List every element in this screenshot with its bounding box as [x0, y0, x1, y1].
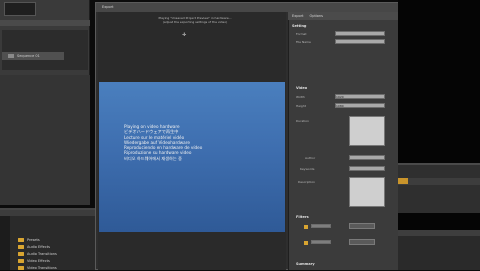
section-setting: Setting — [292, 24, 307, 28]
project-thumbnail — [4, 2, 36, 16]
timeline-panel — [398, 163, 480, 213]
section-filters: Filters — [296, 215, 309, 219]
format-select[interactable] — [335, 31, 385, 36]
folder-icon — [18, 266, 24, 270]
effects-folder-label: Audio Transitions — [27, 252, 57, 256]
section-video: Video — [296, 86, 308, 90]
width-field[interactable]: 1920 — [335, 94, 385, 99]
project-panel-tabbar[interactable] — [0, 20, 90, 26]
folder-icon — [18, 245, 24, 249]
timeline-playhead-marker[interactable] — [398, 178, 408, 184]
sequence-icon — [8, 54, 14, 58]
tab-options[interactable]: Options — [309, 14, 323, 18]
preview-caption: Playing "Unsaved Project Preview" in har… — [125, 16, 265, 24]
effects-folder-label: Video Effects — [27, 259, 50, 263]
filter-button[interactable] — [349, 223, 375, 229]
duration-textarea[interactable] — [349, 116, 385, 146]
project-item-list — [2, 30, 88, 70]
folder-icon — [18, 252, 24, 256]
preview-text-line: 비디오 하드웨어에서 재생하는 중 — [124, 155, 182, 161]
effects-panel-gutter — [0, 216, 10, 270]
description-label: Description — [298, 180, 316, 184]
timeline-ruler[interactable] — [398, 178, 480, 185]
project-item-label: Sequence 01 — [17, 54, 40, 58]
settings-tabbar: Export Options — [288, 12, 398, 20]
width-label: Width — [296, 95, 305, 99]
effects-folder-item[interactable]: Video Effects — [18, 258, 50, 264]
description-textarea[interactable] — [349, 177, 385, 207]
filter-button[interactable] — [349, 239, 375, 245]
preview-video-text: Playing on video hardware ビデオハードウェアで再生中 … — [124, 124, 274, 161]
effects-panel-header[interactable] — [0, 210, 95, 216]
keywords-field[interactable] — [349, 166, 385, 171]
tab-export[interactable]: Export — [292, 14, 303, 18]
timeline-tracks — [398, 230, 480, 270]
effects-folder-item[interactable]: Presets — [18, 237, 40, 243]
section-summary: Summary — [296, 262, 315, 266]
folder-icon — [18, 259, 24, 263]
duration-label: Duration — [296, 119, 310, 123]
filter-value-field[interactable] — [311, 224, 331, 228]
filter-checkbox[interactable] — [304, 241, 308, 245]
height-field[interactable]: 1080 — [335, 103, 385, 108]
folder-icon — [18, 238, 24, 242]
author-field[interactable] — [349, 155, 385, 160]
keywords-label: Keywords — [300, 167, 315, 171]
dialog-titlebar[interactable] — [96, 3, 399, 12]
effects-folder-label: Video Transitions — [27, 266, 57, 270]
author-label: Author — [305, 156, 316, 160]
dialog-title: Export — [102, 5, 114, 9]
effects-folder-item[interactable]: Audio Transitions — [18, 251, 57, 257]
file-name-label: File Name — [296, 40, 311, 44]
effects-folder-item[interactable]: Audio Effects — [18, 244, 50, 250]
effects-folder-label: Audio Effects — [27, 245, 50, 249]
effects-folder-item[interactable]: Video Transitions — [18, 265, 57, 271]
height-label: Height — [296, 104, 306, 108]
timeline-track-header[interactable] — [398, 230, 480, 236]
format-label: Format — [296, 32, 307, 36]
preview-caption-line: (adjust the exporting settings of the vi… — [162, 20, 228, 24]
effects-folder-label: Presets — [27, 238, 40, 242]
file-name-field[interactable] — [335, 39, 385, 44]
project-panel-lower — [0, 75, 90, 205]
filter-checkbox[interactable] — [304, 225, 308, 229]
mouse-cursor-icon: ✛ — [182, 32, 187, 38]
filter-value-field[interactable] — [311, 240, 331, 244]
